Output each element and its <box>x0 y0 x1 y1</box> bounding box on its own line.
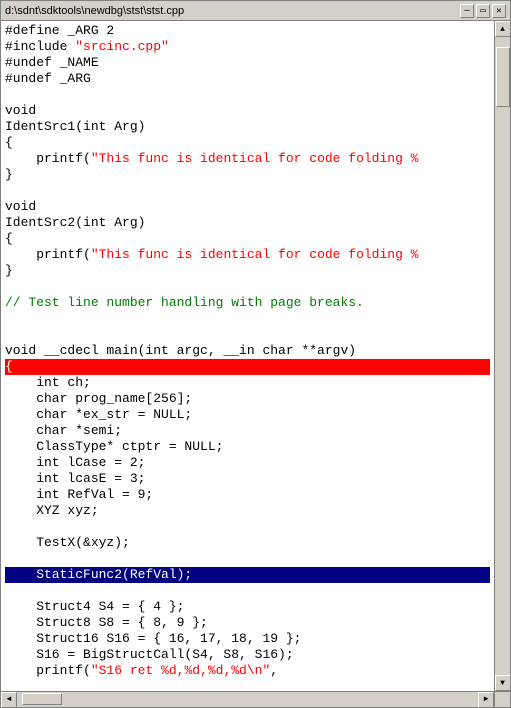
scroll-thumb-h[interactable] <box>22 693 62 705</box>
minimize-button[interactable]: ─ <box>460 4 474 18</box>
title-bar: d:\sdnt\sdktools\newdbg\stst\stst.cpp ─ … <box>1 1 510 21</box>
bottom-row: ◄ ► <box>1 691 510 707</box>
code-line: // Test line number handling with page b… <box>5 295 490 311</box>
code-line: IdentSrc1(int Arg) <box>5 119 490 135</box>
code-line: { <box>5 231 490 247</box>
code-line: printf("This func is identical for code … <box>5 247 490 263</box>
code-line: char *semi; <box>5 423 490 439</box>
code-line: IdentSrc2(int Arg) <box>5 215 490 231</box>
code-line: } <box>5 263 490 279</box>
title-buttons: ─ ▭ ✕ <box>460 4 506 18</box>
close-button[interactable]: ✕ <box>492 4 506 18</box>
scrollbar-corner <box>494 691 510 707</box>
scroll-right-button[interactable]: ► <box>478 692 494 708</box>
window-title: d:\sdnt\sdktools\newdbg\stst\stst.cpp <box>5 5 184 17</box>
scroll-left-button[interactable]: ◄ <box>1 692 17 708</box>
code-line: void <box>5 199 490 215</box>
code-line <box>5 279 490 295</box>
code-line: int RefVal = 9; <box>5 487 490 503</box>
vertical-scrollbar[interactable]: ▲ ▼ <box>494 21 510 691</box>
code-line: char prog_name[256]; <box>5 391 490 407</box>
code-line <box>5 583 490 599</box>
code-line: Struct8 S8 = { 8, 9 }; <box>5 615 490 631</box>
code-line: ClassType* ctptr = NULL; <box>5 439 490 455</box>
code-line: { <box>5 135 490 151</box>
code-line: #undef _NAME <box>5 55 490 71</box>
scroll-track-v[interactable] <box>495 37 510 675</box>
code-line <box>5 311 490 327</box>
code-line: XYZ xyz; <box>5 503 490 519</box>
code-line: int ch; <box>5 375 490 391</box>
code-line: } <box>5 167 490 183</box>
scroll-thumb-v[interactable] <box>496 47 510 107</box>
code-line-breakpoint: { <box>5 359 490 375</box>
code-line: TestX(&xyz); <box>5 535 490 551</box>
horizontal-scrollbar[interactable]: ◄ ► <box>1 691 494 707</box>
code-line: int lCase = 2; <box>5 455 490 471</box>
scroll-track-h[interactable] <box>17 692 478 707</box>
code-line: #include "srcinc.cpp" <box>5 39 490 55</box>
code-line: printf("This func is identical for code … <box>5 151 490 167</box>
code-line: S16 = BigStructCall(S4, S8, S16); <box>5 647 490 663</box>
code-line: void <box>5 103 490 119</box>
code-line <box>5 327 490 343</box>
scroll-down-button[interactable]: ▼ <box>495 675 511 691</box>
main-window: d:\sdnt\sdktools\newdbg\stst\stst.cpp ─ … <box>0 0 511 708</box>
restore-button[interactable]: ▭ <box>476 4 490 18</box>
code-line: printf("S16 ret %d,%d,%d,%d\n", <box>5 663 490 679</box>
scroll-up-button[interactable]: ▲ <box>495 21 511 37</box>
code-line: #define _ARG 2 <box>5 23 490 39</box>
code-line <box>5 183 490 199</box>
code-line: char *ex_str = NULL; <box>5 407 490 423</box>
code-line: Struct4 S4 = { 4 }; <box>5 599 490 615</box>
code-line <box>5 519 490 535</box>
code-line-highlighted: StaticFunc2(RefVal); <box>5 567 490 583</box>
code-line: #undef _ARG <box>5 71 490 87</box>
code-line: int lcasE = 3; <box>5 471 490 487</box>
code-line: Struct16 S16 = { 16, 17, 18, 19 }; <box>5 631 490 647</box>
code-line: void __cdecl main(int argc, __in char **… <box>5 343 490 359</box>
code-editor[interactable]: #define _ARG 2 #include "srcinc.cpp" #un… <box>1 21 494 691</box>
code-line <box>5 87 490 103</box>
code-line <box>5 551 490 567</box>
